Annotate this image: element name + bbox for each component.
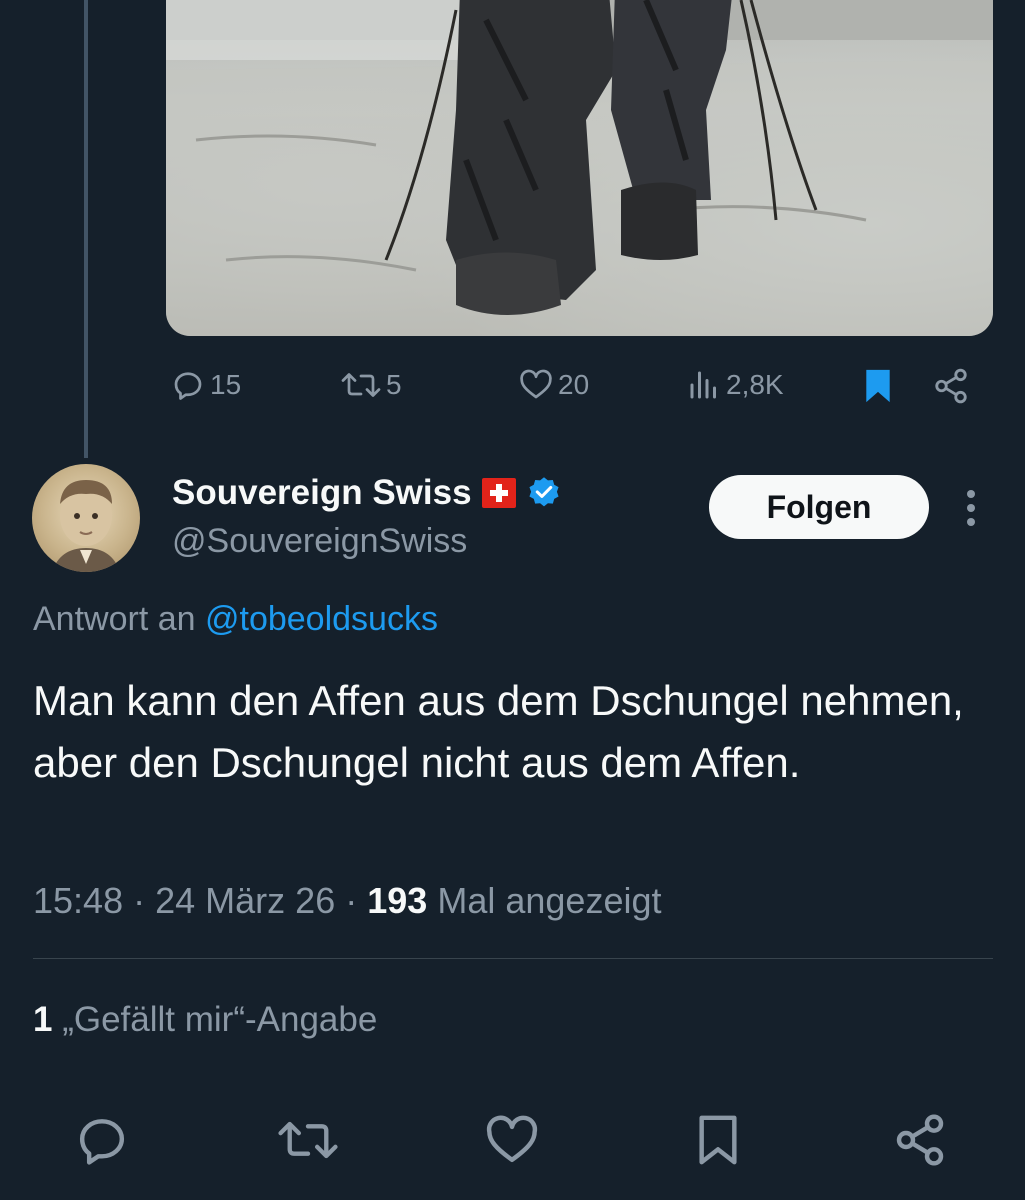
share-icon[interactable] bbox=[892, 1112, 948, 1168]
verified-badge-icon bbox=[529, 477, 559, 507]
share-icon bbox=[935, 368, 967, 404]
likes-label: „Gefällt mir“-Angabe bbox=[62, 1000, 378, 1039]
repost-icon bbox=[341, 373, 381, 397]
bookmark-icon[interactable] bbox=[690, 1112, 746, 1168]
views-count: 2,8K bbox=[726, 369, 784, 400]
views-action[interactable]: 2,8K bbox=[686, 367, 784, 403]
reply-icon[interactable] bbox=[74, 1112, 130, 1168]
tweet-detail-page: 15 5 20 2,8K Souvereign Swiss @Souvereig… bbox=[0, 0, 1025, 1200]
tweet-media-image[interactable] bbox=[166, 0, 993, 336]
user-handle[interactable]: @SouvereignSwiss bbox=[172, 522, 467, 561]
meta-separator: · bbox=[133, 880, 146, 921]
media-photo bbox=[166, 0, 993, 336]
views-icon bbox=[690, 371, 716, 399]
like-total: 1 bbox=[33, 1000, 53, 1039]
avatar[interactable] bbox=[32, 464, 140, 572]
reply-icon bbox=[174, 372, 202, 400]
reply-to-prefix: Antwort an bbox=[33, 600, 196, 638]
more-icon[interactable] bbox=[958, 488, 984, 528]
divider bbox=[33, 958, 993, 959]
tweet-detail-action-bar bbox=[0, 1112, 1025, 1172]
share-action[interactable] bbox=[932, 367, 970, 405]
top-tweet-action-bar: 15 5 20 2,8K bbox=[0, 362, 1025, 410]
tweet-time[interactable]: 15:48 bbox=[33, 880, 123, 921]
display-name-text: Souvereign Swiss bbox=[172, 473, 472, 512]
reply-to-line: Antwort an @tobeoldsucks bbox=[33, 600, 438, 639]
repost-count: 5 bbox=[386, 369, 402, 400]
repost-icon[interactable] bbox=[276, 1112, 340, 1168]
swiss-flag-icon bbox=[481, 478, 516, 508]
likes-summary[interactable]: 1 „Gefällt mir“-Angabe bbox=[33, 1000, 377, 1040]
like-count: 20 bbox=[558, 369, 590, 400]
view-count: 193 bbox=[367, 880, 428, 921]
tweet-metadata: 15:48 · 24 März 26 · 193 Mal angezeigt bbox=[33, 880, 661, 922]
follow-button[interactable]: Folgen bbox=[709, 475, 929, 539]
views-label: Mal angezeigt bbox=[437, 880, 662, 921]
reply-to-mention-link[interactable]: @tobeoldsucks bbox=[205, 600, 438, 638]
like-icon[interactable] bbox=[484, 1112, 540, 1168]
avatar-photo bbox=[52, 480, 120, 572]
bookmark-action[interactable] bbox=[860, 367, 896, 405]
tweet-date[interactable]: 24 März 26 bbox=[155, 880, 335, 921]
like-icon bbox=[520, 369, 552, 399]
repost-action[interactable]: 5 bbox=[340, 367, 402, 403]
reply-action[interactable]: 15 bbox=[170, 367, 241, 403]
meta-separator: · bbox=[345, 880, 358, 921]
like-action[interactable]: 20 bbox=[518, 367, 589, 403]
bookmark-icon bbox=[866, 369, 890, 403]
tweet-text: Man kann den Affen aus dem Dschungel neh… bbox=[33, 677, 964, 786]
reply-count: 15 bbox=[210, 369, 242, 400]
display-name[interactable]: Souvereign Swiss bbox=[172, 473, 562, 513]
